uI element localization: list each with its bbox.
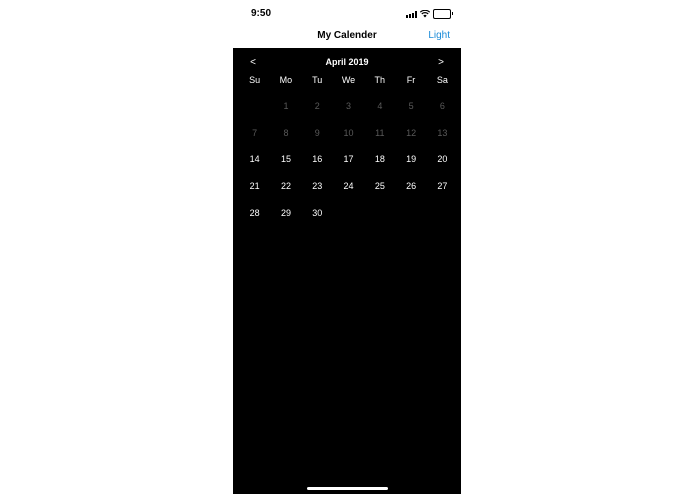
phone-screen: 9:50 My Calender Light < April 2019 > Su… <box>233 0 461 494</box>
day-cell[interactable]: 20 <box>427 146 458 173</box>
calendar-view: < April 2019 > Su Mo Tu We Th Fr Sa 1234… <box>233 48 461 494</box>
day-cell[interactable]: 22 <box>270 173 301 200</box>
day-cell: 1 <box>283 101 289 112</box>
day-cell[interactable]: 23 <box>302 173 333 200</box>
day-cell[interactable]: 24 <box>333 173 364 200</box>
day-cell[interactable]: 29 <box>270 199 301 226</box>
day-cell[interactable]: 21 <box>239 173 270 200</box>
day-cell: 8 <box>283 127 289 138</box>
day-cell[interactable]: 28 <box>239 199 270 226</box>
day-cell[interactable]: 19 <box>395 146 426 173</box>
day-cell: 7 <box>252 127 258 138</box>
day-cell: 11 <box>375 127 385 138</box>
weekday-label: Tu <box>312 75 323 85</box>
light-mode-button[interactable]: Light <box>428 30 450 41</box>
nav-bar: My Calender Light <box>233 26 461 48</box>
home-indicator <box>307 487 388 490</box>
day-cell: 3 <box>346 101 352 112</box>
weekday-label: We <box>341 75 356 85</box>
weekday-label: Mo <box>279 75 293 85</box>
calendar-header: < April 2019 > <box>233 57 461 71</box>
page-title: My Calender <box>317 30 377 41</box>
weekday-label: Sa <box>436 75 448 85</box>
month-title: April 2019 <box>325 57 369 67</box>
day-cell: 6 <box>439 101 445 112</box>
day-cell[interactable]: 26 <box>395 173 426 200</box>
signal-icon <box>406 10 417 18</box>
day-cell: 2 <box>314 101 320 112</box>
day-cell: 5 <box>408 101 414 112</box>
day-cell: 12 <box>406 127 417 138</box>
day-cell[interactable]: 30 <box>302 199 333 226</box>
day-cell: 13 <box>437 127 448 138</box>
next-month-button[interactable]: > <box>434 57 448 68</box>
day-cell: 4 <box>377 101 383 112</box>
weekday-label: Th <box>374 75 386 85</box>
status-bar: 9:50 <box>233 0 461 26</box>
weekday-row: Su Mo Tu We Th Fr Sa <box>239 75 458 85</box>
status-icons <box>406 9 453 19</box>
day-cell[interactable]: 27 <box>427 173 458 200</box>
day-cell[interactable]: 25 <box>364 173 395 200</box>
day-cell[interactable]: 15 <box>270 146 301 173</box>
battery-icon <box>433 9 453 19</box>
wifi-icon <box>420 10 430 18</box>
weekday-label: Fr <box>406 75 416 85</box>
day-cell: 10 <box>343 127 354 138</box>
day-cell[interactable]: 17 <box>333 146 364 173</box>
day-cell: 9 <box>314 127 320 138</box>
day-cell[interactable]: 14 <box>239 146 270 173</box>
status-time: 9:50 <box>251 8 272 19</box>
day-cell[interactable]: 16 <box>302 146 333 173</box>
weekday-label: Su <box>249 75 261 85</box>
day-cell[interactable]: 18 <box>364 146 395 173</box>
days-grid: 1 2 3 4 5 6 7 8 9 10 11 12 13 14 15 16 17 18 19 20 21 22 23 24 2… <box>239 93 458 226</box>
